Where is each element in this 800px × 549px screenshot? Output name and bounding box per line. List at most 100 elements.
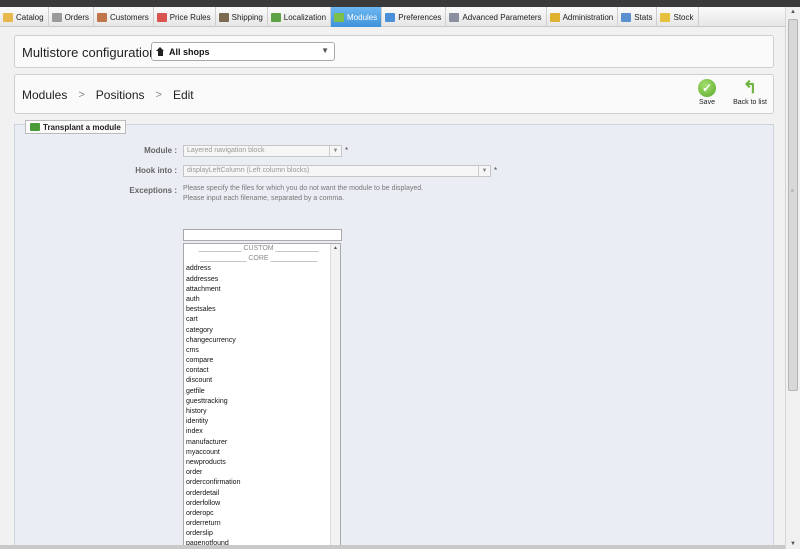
chevron-down-icon: ▼ xyxy=(321,46,329,55)
exception-option[interactable]: contact xyxy=(184,366,331,376)
breadcrumb-item-edit: Edit xyxy=(172,88,194,102)
exception-option[interactable]: compare xyxy=(184,356,331,366)
exception-option[interactable]: manufacturer xyxy=(184,438,331,448)
module-select-value: Layered navigation block xyxy=(187,147,265,154)
tab-label: Modules xyxy=(347,12,378,22)
exceptions-hint: Please specify the files for which you d… xyxy=(183,185,424,192)
chevron-right-icon: > xyxy=(155,89,162,101)
scroll-up-icon[interactable]: ▲ xyxy=(786,7,800,17)
window-top-bar xyxy=(0,0,800,7)
scroll-down-icon[interactable]: ▼ xyxy=(786,539,800,549)
chevron-down-icon: ▼ xyxy=(329,146,341,156)
legend-text: Transplant a module xyxy=(43,122,121,132)
exception-option[interactable]: orderfollow xyxy=(184,499,331,509)
exception-option[interactable]: myaccount xyxy=(184,448,331,458)
tab-label: Catalog xyxy=(16,12,44,22)
tab-label: Stats xyxy=(634,12,653,22)
tab-stats[interactable]: Stats xyxy=(618,7,658,27)
tab-label: Orders xyxy=(64,12,90,22)
exceptions-hint-2: Please input each filename, separated by… xyxy=(183,195,345,202)
page-title-panel: Modules > Positions > Edit ✓ Save ↰ Back… xyxy=(14,74,774,114)
breadcrumb-item-positions[interactable]: Positions xyxy=(96,88,145,102)
tab-customers[interactable]: Customers xyxy=(94,7,154,27)
exception-option[interactable]: ___________ CUSTOM ___________ xyxy=(184,244,331,254)
checkmark-icon: ✓ xyxy=(698,79,716,97)
module-label: Module : xyxy=(144,146,177,155)
exception-option[interactable]: order xyxy=(184,468,331,478)
back-label: Back to list xyxy=(733,99,767,106)
tab-label: Shipping xyxy=(231,12,263,22)
exception-option[interactable]: index xyxy=(184,427,331,437)
tab-price-rules[interactable]: Price Rules xyxy=(154,7,216,27)
exceptions-input[interactable] xyxy=(183,229,342,241)
exceptions-label: Exceptions : xyxy=(129,186,177,195)
tab-label: Preferences xyxy=(398,12,442,22)
tab-label: Advanced Parameters xyxy=(462,12,542,22)
module-required-mark: * xyxy=(345,146,349,155)
scrollbar-thumb[interactable]: ≡ xyxy=(788,19,798,391)
tab-catalog[interactable]: Catalog xyxy=(0,7,49,27)
exception-option[interactable]: changecurrency xyxy=(184,336,331,346)
orders-icon xyxy=(51,12,62,22)
exception-option[interactable]: identity xyxy=(184,417,331,427)
exception-option[interactable]: address xyxy=(184,264,331,274)
tab-label: Customers xyxy=(110,12,149,22)
tab-modules[interactable]: Modules xyxy=(331,7,383,27)
exception-option[interactable]: history xyxy=(184,407,331,417)
globe-icon xyxy=(270,12,281,22)
tab-advanced-parameters[interactable]: Advanced Parameters xyxy=(446,7,547,27)
exceptions-scrollbar[interactable]: ▲ xyxy=(330,244,340,549)
exception-option[interactable]: cart xyxy=(184,315,331,325)
stock-icon xyxy=(660,12,671,22)
customers-icon xyxy=(97,12,108,22)
exception-option[interactable]: bestsales xyxy=(184,305,331,315)
back-arrow-icon: ↰ xyxy=(742,78,758,97)
tab-stock[interactable]: Stock xyxy=(657,7,699,27)
tab-localization[interactable]: Localization xyxy=(268,7,332,27)
puzzle-icon xyxy=(334,12,345,22)
exception-option[interactable]: cms xyxy=(184,346,331,356)
hook-select[interactable]: displayLeftColumn (Left column blocks) ▼ xyxy=(183,165,491,177)
exceptions-multiselect[interactable]: ___________ CUSTOM ___________ __________… xyxy=(183,243,341,549)
exception-option[interactable]: getfile xyxy=(184,387,331,397)
exception-option[interactable]: ____________ CORE ____________ xyxy=(184,254,331,264)
exception-option[interactable]: attachment xyxy=(184,285,331,295)
tab-shipping[interactable]: Shipping xyxy=(216,7,268,27)
exception-option[interactable]: newproducts xyxy=(184,458,331,468)
truck-icon xyxy=(218,12,229,22)
tab-label: Localization xyxy=(283,12,327,22)
content-area: Multistore configuration for All shops ▼… xyxy=(0,27,785,549)
form-legend: Transplant a module xyxy=(25,120,126,134)
exception-option[interactable]: auth xyxy=(184,295,331,305)
main-tab-bar: Catalog Orders Customers Price Rules Shippin… xyxy=(0,7,785,27)
transplant-form: Transplant a module Module : Layered nav… xyxy=(14,120,774,549)
exception-option[interactable]: category xyxy=(184,326,331,336)
chevron-right-icon: > xyxy=(78,89,85,101)
scroll-up-icon[interactable]: ▲ xyxy=(331,244,340,252)
tab-preferences[interactable]: Preferences xyxy=(382,7,447,27)
tab-orders[interactable]: Orders xyxy=(49,7,95,27)
shop-select-value: All shops xyxy=(169,46,210,57)
preferences-icon xyxy=(385,12,396,22)
stats-icon xyxy=(621,12,632,22)
tab-label: Stock xyxy=(673,12,694,22)
exception-option[interactable]: discount xyxy=(184,376,331,386)
exception-option[interactable]: orderslip xyxy=(184,529,331,539)
exception-option[interactable]: guesttracking xyxy=(184,397,331,407)
back-to-list-button[interactable]: ↰ Back to list xyxy=(727,78,773,107)
shop-select[interactable]: All shops ▼ xyxy=(151,42,335,61)
house-icon xyxy=(156,47,165,56)
page-scrollbar[interactable]: ▲ ≡ ▼ xyxy=(785,7,800,549)
tab-label: Administration xyxy=(562,12,614,22)
exception-option[interactable]: orderdetail xyxy=(184,489,331,499)
exception-option[interactable]: orderconfirmation xyxy=(184,478,331,488)
exception-option[interactable]: orderreturn xyxy=(184,519,331,529)
module-select[interactable]: Layered navigation block ▼ xyxy=(183,145,342,157)
exception-option[interactable]: addresses xyxy=(184,275,331,285)
tab-label: Price Rules xyxy=(169,12,211,22)
tab-administration[interactable]: Administration xyxy=(547,7,619,27)
exception-option[interactable]: orderopc xyxy=(184,509,331,519)
hook-select-value: displayLeftColumn (Left column blocks) xyxy=(187,167,310,174)
save-button[interactable]: ✓ Save xyxy=(687,79,727,106)
breadcrumb-item-modules[interactable]: Modules xyxy=(22,88,67,102)
